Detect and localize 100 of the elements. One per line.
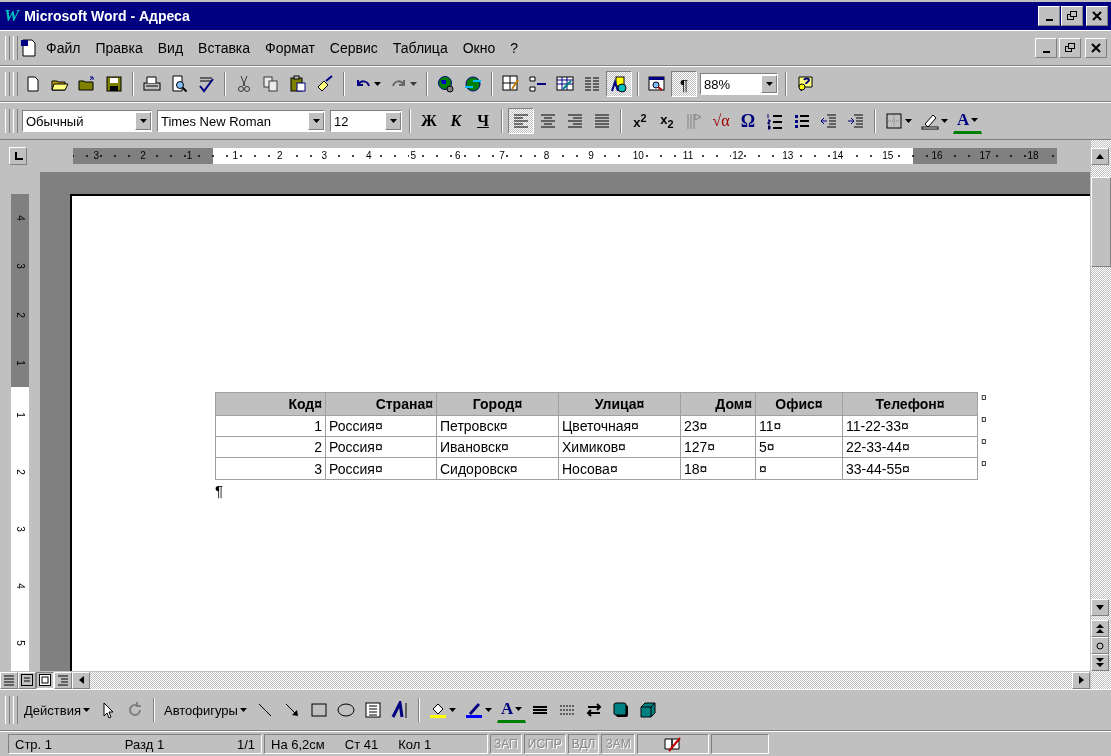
column-header: Страна¤ [325, 392, 437, 415]
zoom-combo[interactable]: 88% [700, 73, 778, 95]
style-combo[interactable]: Обычный [22, 110, 152, 132]
caret-icon [905, 119, 912, 123]
minimize-icon [1042, 50, 1050, 53]
minimize-button[interactable] [1035, 38, 1057, 58]
close-button[interactable] [1085, 38, 1107, 58]
ruler-number: 16 [930, 151, 944, 161]
outline-view-button[interactable] [54, 671, 72, 689]
font-combo[interactable]: Times New Roman [157, 110, 325, 132]
scroll-left-button[interactable] [72, 671, 90, 689]
menu-item[interactable]: Формат [258, 38, 322, 58]
horizontal-scrollbar[interactable] [90, 671, 1072, 689]
table-cell: 3 [215, 458, 326, 480]
ruler-number: 15 [881, 151, 895, 161]
close-icon [1091, 43, 1101, 53]
caret-icon [941, 119, 948, 123]
document-map-icon [648, 75, 666, 93]
ruler-number: 17 [978, 151, 992, 161]
increase-indent-icon [847, 112, 865, 130]
vertical-scrollbar[interactable] [1090, 140, 1111, 689]
right-arrow-icon [1078, 676, 1084, 684]
show-formatting-button[interactable]: ¶ [671, 71, 697, 97]
clipboard-icon [289, 75, 307, 93]
shapes-icon [610, 75, 628, 93]
ruler-number: 12 [731, 151, 745, 161]
close-button[interactable] [1086, 6, 1108, 26]
menu-item[interactable]: Вид [150, 38, 191, 58]
restore-icon [1065, 43, 1075, 53]
column-header: Офис¤ [755, 392, 843, 415]
table-cell: 11-22-33¤ [842, 415, 978, 437]
bulleted-list-icon [793, 112, 811, 130]
ruler-number: 2 [15, 469, 25, 475]
ruler-number: 4 [15, 215, 25, 221]
menu-item[interactable]: Таблица [385, 38, 455, 58]
ruler-number: 3 [92, 151, 101, 161]
menu-item[interactable]: Правка [88, 38, 150, 58]
arrow-style-icon [585, 701, 604, 719]
decrease-indent-icon [820, 112, 838, 130]
align-left-icon [512, 112, 530, 130]
ruler-number: 1 [15, 360, 25, 366]
menu-item[interactable]: ? [503, 38, 526, 58]
normal-view-button[interactable] [0, 671, 18, 689]
ruler-number: 3 [320, 151, 328, 161]
caret-icon [374, 82, 381, 86]
restore-button[interactable] [1059, 38, 1081, 58]
tab-stop-button[interactable] [9, 147, 27, 165]
ruler-number: 2 [139, 151, 147, 161]
folder-icon [78, 75, 96, 93]
browse-object-button[interactable] [1091, 637, 1109, 654]
scroll-up-button[interactable] [1091, 148, 1109, 165]
drawing-button[interactable] [606, 71, 632, 97]
insert-columns-icon [529, 75, 547, 93]
page-view-button[interactable] [36, 671, 54, 689]
table-cell: ¤ [755, 458, 843, 480]
minimize-icon [1045, 18, 1053, 21]
caret-icon [484, 708, 492, 712]
table-cell: 5¤ [755, 436, 843, 458]
row-end-mark: ¤ [981, 414, 987, 427]
ellipse-icon [336, 701, 355, 719]
font-size-combo[interactable]: 12 [330, 110, 402, 132]
online-view-button[interactable] [18, 671, 36, 689]
ruler-number: 5 [15, 639, 25, 646]
menu-item[interactable]: Вставка [191, 38, 258, 58]
ruler-number: 4 [364, 151, 373, 161]
caret-icon [448, 708, 456, 712]
caret-icon [389, 119, 397, 123]
spelling-status-icon [663, 735, 682, 753]
table-cell: Химиков¤ [558, 436, 681, 458]
caret-icon [312, 119, 320, 123]
table-cell: 11¤ [755, 415, 843, 437]
previous-page-button[interactable] [1091, 620, 1109, 637]
next-page-button[interactable] [1091, 654, 1109, 671]
menu-item[interactable]: Окно [455, 38, 503, 58]
table-cell: 23¤ [680, 415, 756, 437]
app-logo: W [4, 6, 20, 26]
restore-button[interactable] [1061, 6, 1083, 26]
alignment-button[interactable] [508, 108, 534, 134]
ruler-number: 14 [831, 151, 845, 161]
ruler-number: 10 [631, 151, 645, 161]
ruler-number: 5 [409, 151, 417, 161]
ruler-number: 2 [275, 151, 284, 161]
table-cell: 1 [215, 415, 326, 437]
menu-item[interactable]: Файл [39, 38, 88, 58]
column-number: Кол 1 [398, 736, 432, 752]
normal-view-icon [3, 674, 15, 686]
row-end-mark: ¤ [981, 392, 987, 405]
ruler-number: 9 [587, 151, 595, 161]
table-cell: Ивановск¤ [436, 436, 559, 458]
table-cell: Россия¤ [325, 415, 437, 437]
scroll-right-button[interactable] [1072, 671, 1090, 689]
table-cell: 127¤ [680, 436, 756, 458]
scroll-down-button[interactable] [1091, 599, 1109, 616]
minimize-button[interactable] [1038, 6, 1060, 26]
ruler-number: 8 [542, 151, 551, 161]
caret-icon [82, 708, 90, 712]
globe-arrows-icon [464, 75, 482, 93]
table-cell: Носова¤ [558, 458, 681, 480]
scroll-thumb[interactable] [1091, 177, 1111, 267]
menu-item[interactable]: Сервис [322, 38, 385, 58]
